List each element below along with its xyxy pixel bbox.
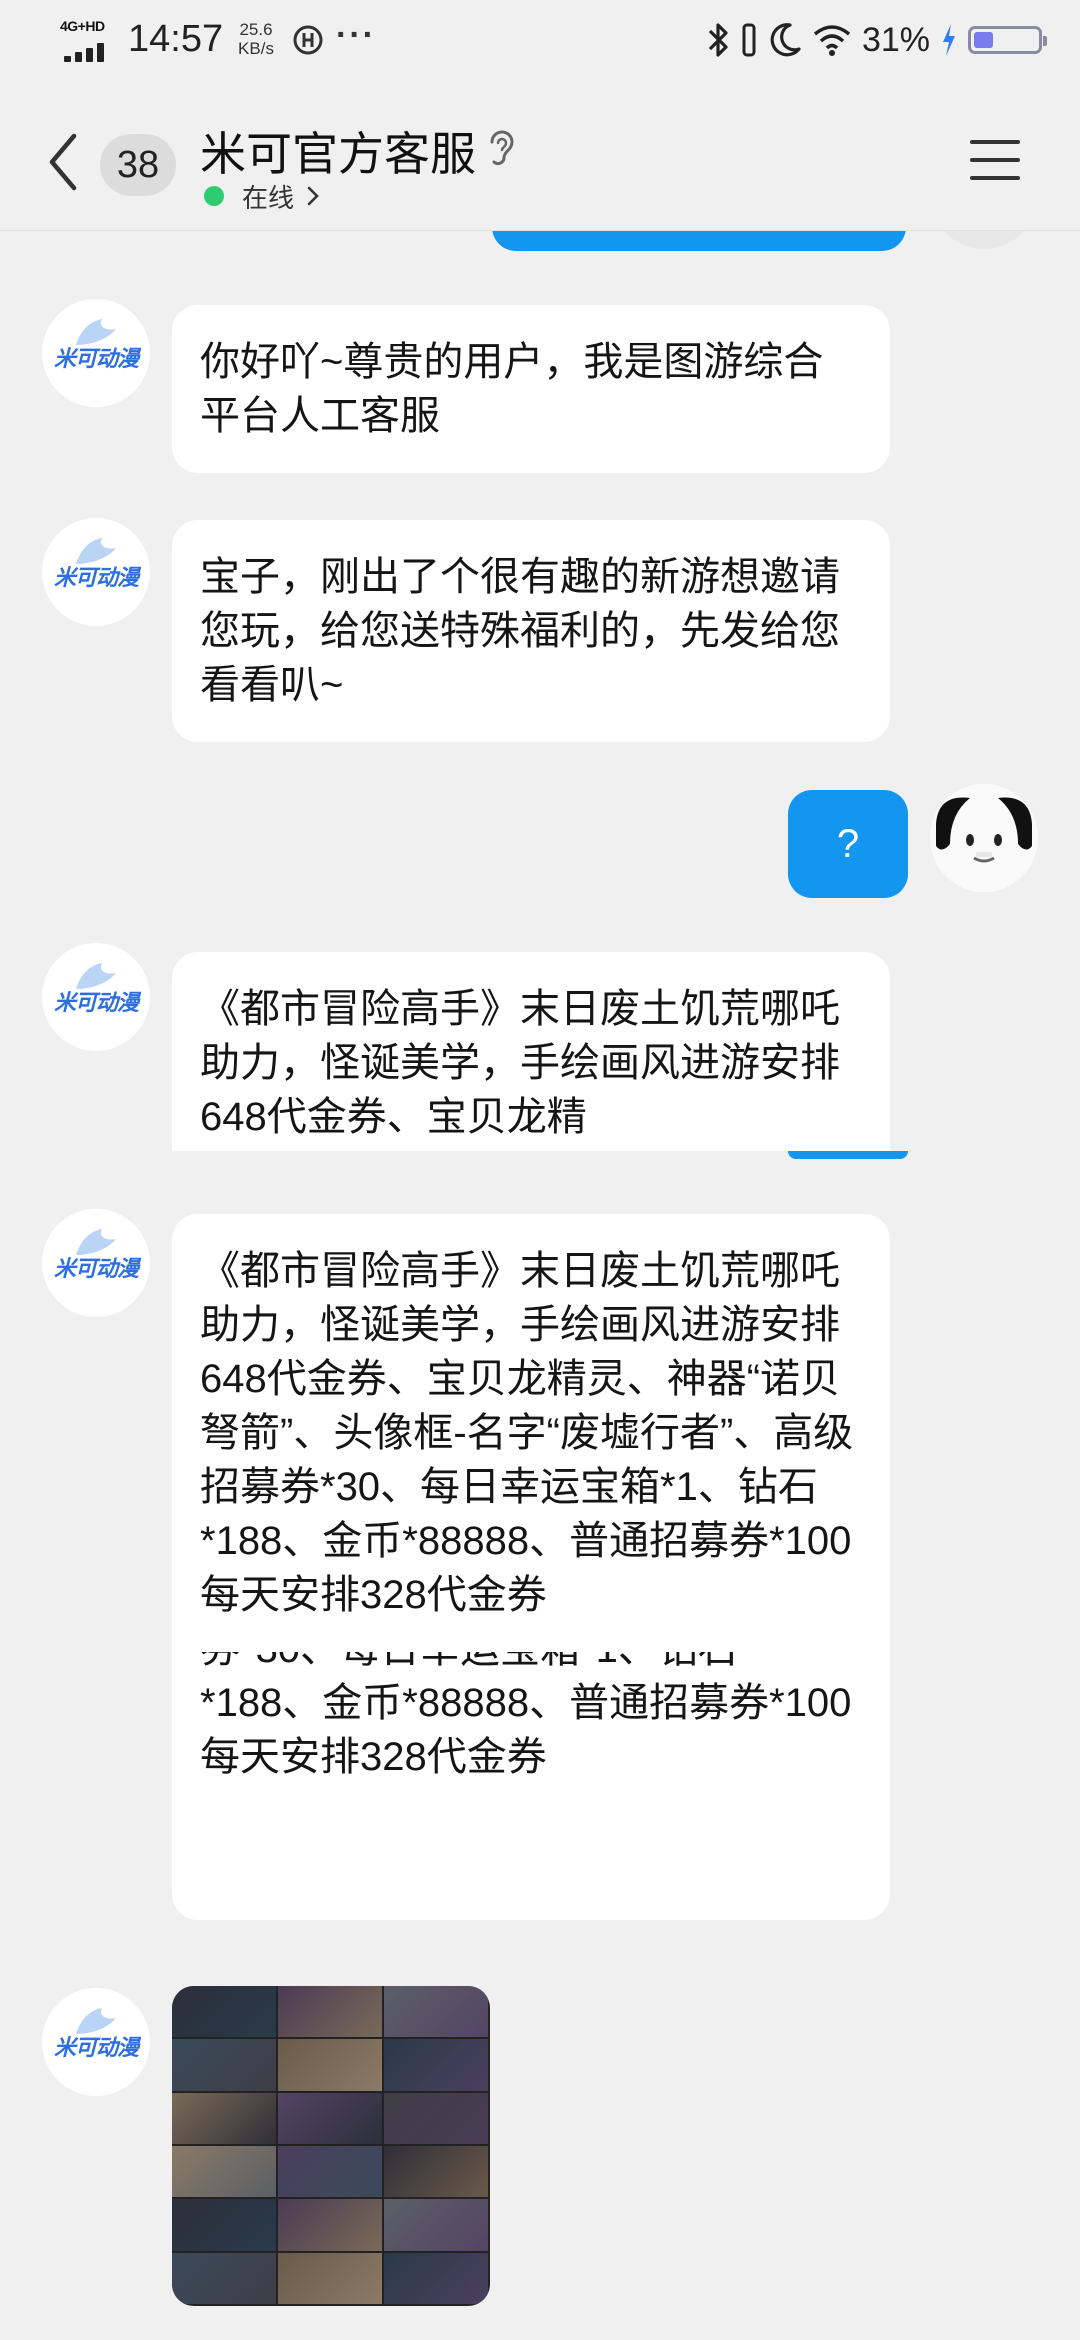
message-text: 《都市冒险高手》末日废土饥荒哪吒助力，怪诞美学，手绘画风进游安排648代金券、宝… [200,987,840,1139]
incoming-message-bubble[interactable]: 《都市冒险高手》末日废土饥荒哪吒助力，怪诞美学，手绘画风进游安排648代金券、宝… [172,1214,890,1920]
hamburger-menu-icon[interactable] [970,140,1020,180]
collage-tile [172,2039,276,2091]
collage-tile [172,2092,276,2144]
collage-tile [172,1986,276,2038]
signal-bars-icon: 4G+HD [60,18,122,62]
collage-tile [278,2092,382,2144]
incoming-message-bubble[interactable]: 《都市冒险高手》末日废土饥荒哪吒助力，怪诞美学，手绘画风进游安排648代金券、宝… [172,952,890,1151]
incoming-message-bubble[interactable]: 宝子，刚出了个很有趣的新游想邀请您玩，给您送特殊福利的，先发给您看看叭~ [172,520,890,742]
collage-tile [172,2199,276,2251]
message-text: 宝子，刚出了个很有趣的新游想邀请您玩，给您送特殊福利的，先发给您看看叭~ [200,555,840,707]
more-notifications-icon: ··· [336,16,376,54]
agent-avatar[interactable]: 米可动漫 [42,518,150,626]
network-speed-unit: KB/s [238,39,274,58]
collage-tile [384,1986,488,2038]
battery-percent: 31% [861,20,930,59]
chat-title[interactable]: 米可官方客服 [200,118,476,184]
moon-icon [770,23,801,57]
collage-tile [278,1986,382,2038]
agent-avatar[interactable]: 米可动漫 [42,299,150,407]
bluetooth-icon [708,23,728,57]
game-collage-image[interactable] [172,1986,490,2306]
collage-tile [172,2146,276,2198]
brand-logo-text: 米可动漫 [53,346,139,371]
charging-icon [943,24,955,56]
collage-tile [278,2039,382,2091]
unread-count-badge[interactable]: 38 [100,134,176,196]
online-dot [204,186,224,206]
collage-tile [384,2199,488,2251]
message-text-fragment: 券*30、每日幸运宝箱*1、钻石 [200,1652,862,1676]
agent-avatar[interactable]: 米可动漫 [42,943,150,1051]
collage-tile [384,2092,488,2144]
brand-logo-text: 米可动漫 [53,2035,139,2060]
status-bar: 4G+HD 14:57 25.6 KB/s ··· 31% [0,0,1080,84]
user-avatar[interactable] [930,231,1038,249]
network-speed-value: 25.6 [239,20,273,39]
chat-header: 38 米可官方客服 在线 [0,84,1080,231]
brand-logo-text: 米可动漫 [53,565,139,590]
collage-tile [278,2252,382,2304]
incoming-message-bubble[interactable]: 你好吖~尊贵的用户，我是图游综合平台人工客服 [172,305,890,473]
ear-icon[interactable] [486,128,516,168]
online-status-label: 在线 [242,182,295,213]
chevron-left-icon[interactable] [44,128,84,196]
wifi-icon [813,25,851,56]
vibrate-icon [742,23,756,57]
battery-icon [968,26,1047,54]
chevron-right-icon [307,186,319,206]
message-text: ? [836,822,860,866]
vpn-icon [293,25,323,55]
message-text-fragment: *188、金币*88888、普通招募券*100 每天安排328代金券 [200,1681,852,1779]
user-avatar[interactable] [930,784,1038,892]
collage-tile [384,2146,488,2198]
online-status[interactable]: 在线 [204,176,320,216]
collage-tile [278,2199,382,2251]
collage-tile [278,2146,382,2198]
outgoing-message-bubble[interactable]: ? [788,790,908,898]
status-icons: 31% [706,18,1047,62]
brand-logo-text: 米可动漫 [53,1256,139,1281]
outgoing-message-bubble-fragment [788,1151,908,1159]
collage-tile [384,2252,488,2304]
network-speed: 25.6 KB/s [232,20,280,58]
network-type: 4G+HD [60,18,105,34]
message-text: 你好吖~尊贵的用户，我是图游综合平台人工客服 [200,340,824,438]
clock: 14:57 [128,18,224,60]
battery-level [974,32,993,48]
message-text: 《都市冒险高手》末日废土饥荒哪吒助力，怪诞美学，手绘画风进游安排648代金券、宝… [200,1249,854,1617]
chat-message-list[interactable]: 米可动漫 你好吖~尊贵的用户，我是图游综合平台人工客服 米可动漫 宝子，刚出了个… [0,231,1080,2340]
collage-tile [384,2039,488,2091]
agent-avatar[interactable]: 米可动漫 [42,1988,150,2096]
outgoing-message-bubble[interactable] [492,231,906,251]
agent-avatar[interactable]: 米可动漫 [42,1209,150,1317]
collage-tile [172,2252,276,2304]
brand-logo-text: 米可动漫 [53,990,139,1015]
